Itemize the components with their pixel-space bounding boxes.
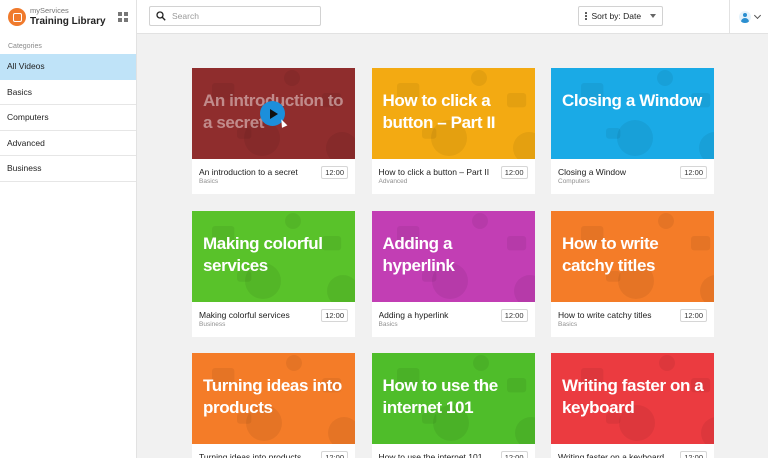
duration-badge: 12:00: [500, 451, 528, 458]
more-vertical-icon: [585, 12, 587, 20]
video-card[interactable]: How to click a button – Part II How to cl…: [371, 68, 535, 194]
video-category: Computers: [558, 178, 590, 185]
video-thumbnail[interactable]: How to write catchy titles: [551, 210, 714, 302]
sidebar-item-advanced[interactable]: Advanced: [0, 131, 136, 156]
duration-badge: 12:00: [321, 166, 348, 179]
thumbnail-title: Adding a hyperlink: [382, 233, 455, 275]
sidebar-item-computers[interactable]: Computers: [0, 105, 136, 131]
thumbnail-title: Writing faster on a keyboard: [562, 376, 704, 417]
duration-badge: 12:00: [500, 308, 528, 322]
video-thumbnail[interactable]: Writing faster on a keyboard: [551, 353, 714, 444]
video-thumbnail[interactable]: How to click a button – Part II: [371, 68, 535, 159]
video-title: Turning ideas into products: [199, 452, 302, 458]
duration-badge: 12:00: [680, 166, 707, 179]
brand-header: myServices Training Library: [0, 0, 136, 34]
categories-heading: Categories: [8, 43, 42, 50]
thumbnail-pattern: [581, 70, 714, 159]
thumbnail-title: Closing a Window: [562, 91, 702, 110]
thumbnail-title: Making colorful services: [203, 233, 323, 275]
video-thumbnail[interactable]: Closing a Window: [551, 68, 714, 159]
video-category: Business: [199, 320, 226, 328]
video-thumbnail[interactable]: How to use the internet 101: [371, 353, 535, 444]
video-category: Basics: [199, 178, 219, 185]
thumbnail-title: How to write catchy titles: [562, 233, 659, 275]
search-input[interactable]: [172, 11, 312, 21]
duration-badge: 12:00: [500, 166, 528, 179]
sidebar-item-business[interactable]: Business: [0, 156, 136, 182]
thumbnail-title: How to click a button – Part II: [382, 91, 496, 132]
sort-label: Sort by: Date: [591, 11, 642, 21]
caret-down-icon: [650, 14, 656, 18]
thumbnail-title: Turning ideas into products: [203, 376, 342, 417]
sidebar-item-all-videos[interactable]: All Videos: [0, 54, 136, 80]
video-title: How to click a button – Part II: [378, 167, 490, 177]
app-logo-icon: [8, 8, 26, 26]
app-title: Training Library: [30, 15, 106, 27]
video-title: An introduction to a secret: [199, 167, 298, 177]
video-category: Basics: [378, 320, 398, 328]
thumbnail-title: How to use the internet 101: [382, 376, 499, 417]
video-category: Basics: [558, 320, 578, 328]
chevron-down-icon: [753, 11, 761, 20]
search-icon: [156, 11, 166, 21]
sidebar: myServices Training Library Categories A…: [0, 0, 137, 458]
video-title: Making colorful services: [199, 309, 290, 320]
top-bar: Sort by: Date: [137, 0, 768, 34]
duration-badge: 12:00: [680, 308, 707, 322]
video-card[interactable]: Closing a Window Closing a Window Computer…: [551, 68, 714, 194]
video-card[interactable]: How to use the internet 101 How to use th…: [371, 353, 535, 458]
video-card[interactable]: Making colorful services Making colorful …: [192, 210, 355, 337]
duration-badge: 12:00: [680, 451, 707, 458]
app-grid-icon[interactable]: [118, 12, 128, 22]
sidebar-item-basics[interactable]: Basics: [0, 80, 136, 105]
video-thumbnail[interactable]: Adding a hyperlink: [371, 210, 535, 302]
video-card[interactable]: How to write catchy titles How to write c…: [551, 210, 714, 337]
video-thumbnail[interactable]: An introduction to a secret: [192, 68, 355, 159]
user-menu-button[interactable]: [729, 0, 768, 34]
video-title: Closing a Window: [558, 167, 627, 177]
video-title: Writing faster on a keyboard: [558, 452, 665, 458]
video-title: Adding a hyperlink: [378, 309, 449, 320]
app-name: myServices: [30, 6, 69, 16]
video-thumbnail[interactable]: Turning ideas into products: [192, 353, 355, 444]
video-card[interactable]: Writing faster on a keyboard Writing fast…: [551, 353, 714, 458]
duration-badge: 12:00: [321, 308, 348, 322]
video-card[interactable]: Turning ideas into products Turning ideas…: [192, 353, 355, 458]
video-category: Advanced: [378, 178, 408, 185]
sort-dropdown[interactable]: Sort by: Date: [578, 6, 663, 26]
video-thumbnail[interactable]: Making colorful services: [192, 210, 355, 302]
search-box[interactable]: [149, 6, 321, 26]
video-card[interactable]: Adding a hyperlink Adding a hyperlink Basi…: [371, 210, 535, 337]
user-avatar-icon: [738, 11, 751, 23]
video-title: How to use the internet 101: [378, 452, 483, 458]
duration-badge: 12:00: [321, 451, 348, 458]
category-list: All Videos Basics Computers Advanced Busines…: [0, 54, 136, 182]
video-card[interactable]: An introduction to a secret An introducti…: [192, 68, 355, 194]
video-title: How to write catchy titles: [558, 309, 652, 320]
